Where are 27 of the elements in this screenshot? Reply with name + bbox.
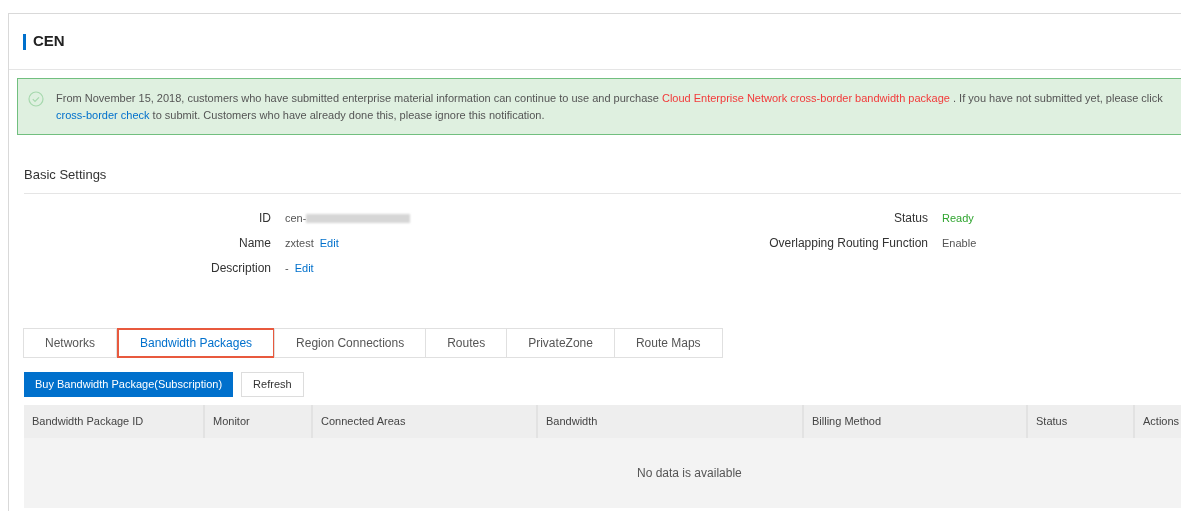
field-value: zxtest (285, 235, 314, 251)
check-circle-icon (28, 91, 44, 107)
buy-button[interactable]: Buy Bandwidth Package(Subscription) (24, 371, 234, 397)
cross-border-check-link[interactable]: cross-border check (56, 109, 150, 121)
tab[interactable]: PrivateZone (506, 327, 615, 358)
edit-link[interactable]: Edit (294, 259, 314, 277)
field-label: ID (258, 210, 271, 227)
empty-message: No data is available (637, 464, 742, 482)
page-title: CEN (33, 31, 65, 52)
tab[interactable]: Routes (425, 327, 508, 358)
field-value: Enable (942, 235, 977, 251)
field-value: - (285, 260, 289, 276)
notice-text: From November 15, 2018, customers who have submitted enterprise material information can continue to use and purchase Cloud Enterprise Network cross-border bandwidth package . If you have not submitted yet, please click cross-border check to submit. Customers who have already done this, please ignore this notification. (56, 91, 1163, 123)
field-value: cen- (285, 210, 307, 226)
section-title: Basic Settings (24, 166, 108, 184)
tab[interactable]: Bandwidth Packages (117, 327, 276, 358)
column-header: Bandwidth Package ID (31, 413, 145, 429)
refresh-button[interactable]: Refresh (241, 371, 304, 397)
tab[interactable]: Networks (23, 327, 117, 358)
field-label: Name (238, 235, 271, 252)
field-label: Status (892, 210, 928, 227)
tab[interactable]: Region Connections (274, 327, 427, 358)
tab[interactable]: Route Maps (613, 327, 723, 358)
edit-link[interactable]: Edit (319, 234, 339, 252)
field-label: Description (209, 260, 271, 277)
field-label: Overlapping Routing Function (768, 235, 928, 252)
status-value: Ready (942, 210, 974, 226)
